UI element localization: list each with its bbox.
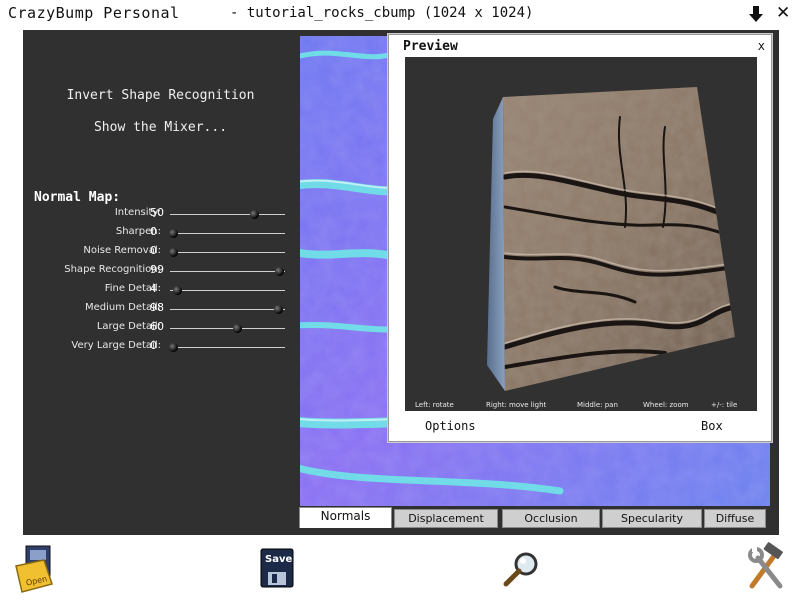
slider-track[interactable] [170, 210, 285, 219]
slider-knob[interactable] [169, 248, 179, 257]
hint-middle-pan: Middle: pan [577, 401, 618, 409]
tab-occlusion[interactable]: Occlusion [502, 509, 600, 528]
slider-track[interactable] [170, 286, 285, 295]
normal-map-settings-panel: Invert Shape Recognition Show the Mixer.… [23, 30, 298, 535]
hint-tile: +/-: tile [711, 401, 738, 409]
slider-value: 4 [150, 282, 157, 295]
bottom-toolbar: Open Save [0, 538, 800, 600]
slider-row: Large Detail: 60 [23, 319, 298, 338]
slider-value: 0 [150, 225, 157, 238]
slider-knob[interactable] [172, 286, 182, 295]
save-label: Save [265, 554, 292, 565]
hint-wheel-zoom: Wheel: zoom [643, 401, 689, 409]
preview-3d-viewport[interactable]: Left: rotate Right: move light Middle: p… [405, 57, 757, 411]
slider-value: 60 [150, 320, 164, 333]
hint-left-rotate: Left: rotate [415, 401, 454, 409]
hint-right-move-light: Right: move light [486, 401, 547, 409]
slider-row: Sharpen: 0 [23, 224, 298, 243]
slider-value: 98 [150, 301, 164, 314]
slider-row: Fine Detail: 4 [23, 281, 298, 300]
slider-row: Medium Detail: 98 [23, 300, 298, 319]
tab-normals[interactable]: Normals [299, 507, 392, 528]
slider-track[interactable] [169, 343, 285, 352]
slider-label: Very Large Detail: [71, 340, 161, 351]
slider-knob[interactable] [275, 267, 285, 276]
tab-specularity[interactable]: Specularity [602, 509, 702, 528]
slider-knob[interactable] [169, 229, 179, 238]
preview-shape-button[interactable]: Box [701, 419, 723, 433]
slider-track[interactable] [169, 229, 285, 238]
app-title: CrazyBump Personal [8, 4, 180, 22]
file-title: - tutorial_rocks_cbump (1024 x 1024) [230, 5, 534, 21]
preview-close-button[interactable]: x [758, 39, 765, 53]
slider-knob[interactable] [169, 343, 179, 352]
slider-row: Intensity: 50 [23, 205, 298, 224]
slider-track[interactable] [170, 305, 285, 314]
slider-value: 0 [150, 339, 157, 352]
slider-track[interactable] [170, 267, 285, 276]
slider-value: 99 [150, 263, 164, 276]
slider-knob[interactable] [249, 210, 259, 219]
tab-diffuse[interactable]: Diffuse [704, 509, 766, 528]
close-window-button[interactable]: ✕ [776, 3, 790, 23]
map-type-tabs: Normals Displacement Occlusion Speculari… [298, 507, 779, 529]
preview-options-button[interactable]: Options [425, 419, 476, 433]
magnifier-icon[interactable] [500, 548, 542, 590]
slider-knob[interactable] [232, 324, 242, 333]
normal-map-section-title: Normal Map: [34, 190, 121, 205]
tab-displacement[interactable]: Displacement [394, 509, 498, 528]
hammer-wrench-icon[interactable] [744, 542, 786, 592]
slider-track[interactable] [170, 324, 285, 333]
slider-track[interactable] [169, 248, 285, 257]
invert-shape-recognition-button[interactable]: Invert Shape Recognition [23, 88, 298, 103]
slider-row: Very Large Detail: 0 [23, 338, 298, 357]
slider-value: 0 [150, 244, 157, 257]
slider-value: 50 [150, 206, 164, 219]
rock-box-render [487, 87, 735, 391]
preview-window: Preview x Left: rotate Right: move light… [388, 34, 772, 442]
slider-row: Noise Removal: 0 [23, 243, 298, 262]
slider-row: Shape Recognition: 99 [23, 262, 298, 281]
preview-title: Preview [403, 39, 458, 54]
open-folder-icon[interactable]: Open [14, 544, 56, 594]
title-bar: CrazyBump Personal - tutorial_rocks_cbum… [0, 0, 800, 28]
slider-label: Shape Recognition: [64, 264, 161, 275]
down-arrow-icon[interactable] [746, 4, 766, 24]
show-mixer-button[interactable]: Show the Mixer... [23, 120, 298, 135]
slider-knob[interactable] [274, 305, 284, 314]
floppy-disk-icon[interactable]: Save [260, 548, 294, 588]
